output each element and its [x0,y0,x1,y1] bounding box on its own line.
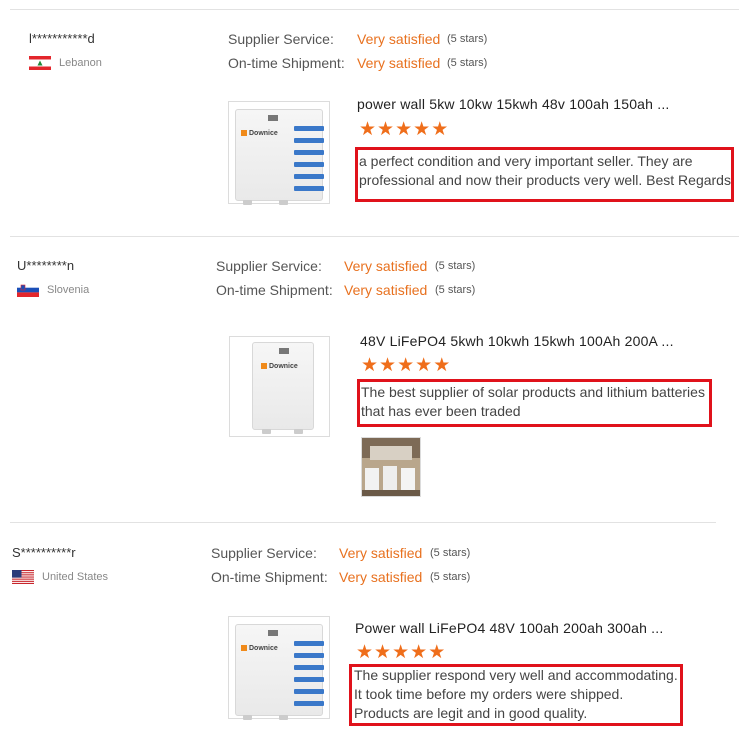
shipment-stars: (5 stars) [435,284,476,296]
battery-image: Downice [235,109,324,201]
supplier-service-value: Very satisfied [344,258,428,274]
supplier-service-stars: (5 stars) [447,33,488,45]
supplier-service-stars: (5 stars) [435,260,476,272]
lebanon-flag-icon [29,56,51,70]
battery-image: Downice [252,342,314,430]
rating-stars: ★★★★★ [361,356,451,376]
divider [10,9,739,10]
slovenia-flag-icon [17,283,39,297]
reviewer-country: Slovenia [17,283,89,297]
brand-logo: Downice [241,130,278,137]
brand-logo: Downice [241,645,278,652]
reviewer-name: l***********d [29,31,95,46]
country-name: Slovenia [47,284,90,296]
brand-logo: Downice [261,363,298,370]
shipment-stars: (5 stars) [447,57,488,69]
star-icon: ★ [415,355,434,376]
reviewer-country: United States [12,570,108,584]
star-icon: ★ [433,355,452,376]
supplier-service-label: Supplier Service: [216,258,322,274]
reviewer-name: U********n [17,258,75,273]
product-title-link[interactable]: 48V LiFePO4 5kwh 10kwh 15kwh 100Ah 200A … [360,333,674,349]
country-name: Lebanon [59,57,102,69]
usa-flag-icon [12,570,34,584]
star-icon: ★ [377,119,396,140]
shipment-label: On-time Shipment: [216,282,333,298]
customer-photo-image [362,438,420,496]
star-icon: ★ [410,642,429,663]
highlight-box [349,664,683,726]
shipment-value: Very satisfied [357,55,441,71]
reviewer-name: S**********r [12,545,76,560]
supplier-service-label: Supplier Service: [211,545,317,561]
star-icon: ★ [392,642,411,663]
country-name: United States [42,571,109,583]
shipment-stars: (5 stars) [430,571,471,583]
supplier-service-value: Very satisfied [357,31,441,47]
shipment-label: On-time Shipment: [228,55,345,71]
product-title-link[interactable]: Power wall LiFePO4 48V 100ah 200ah 300ah… [355,620,663,636]
star-icon: ★ [356,642,375,663]
divider [10,522,716,523]
star-icon: ★ [395,119,414,140]
reviewer-country: Lebanon [29,56,102,70]
product-thumbnail[interactable]: Downice [228,616,330,720]
shipment-value: Very satisfied [339,569,423,585]
product-title-link[interactable]: power wall 5kw 10kw 15kwh 48v 100ah 150a… [357,96,670,112]
product-thumbnail[interactable]: Downice [228,101,330,205]
divider [10,236,739,237]
star-icon: ★ [361,355,380,376]
star-icon: ★ [428,642,447,663]
star-icon: ★ [374,642,393,663]
battery-image: Downice [235,624,324,716]
star-icon: ★ [413,119,432,140]
supplier-service-label: Supplier Service: [228,31,334,47]
customer-photo[interactable] [361,437,421,497]
rating-stars: ★★★★★ [356,643,446,663]
highlight-box [355,147,734,202]
product-thumbnail[interactable]: Downice [229,336,330,437]
supplier-service-stars: (5 stars) [430,547,471,559]
star-icon: ★ [397,355,416,376]
star-icon: ★ [379,355,398,376]
supplier-service-value: Very satisfied [339,545,423,561]
highlight-box [357,379,712,427]
shipment-label: On-time Shipment: [211,569,328,585]
rating-stars: ★★★★★ [359,120,449,140]
star-icon: ★ [359,119,378,140]
shipment-value: Very satisfied [344,282,428,298]
star-icon: ★ [431,119,450,140]
